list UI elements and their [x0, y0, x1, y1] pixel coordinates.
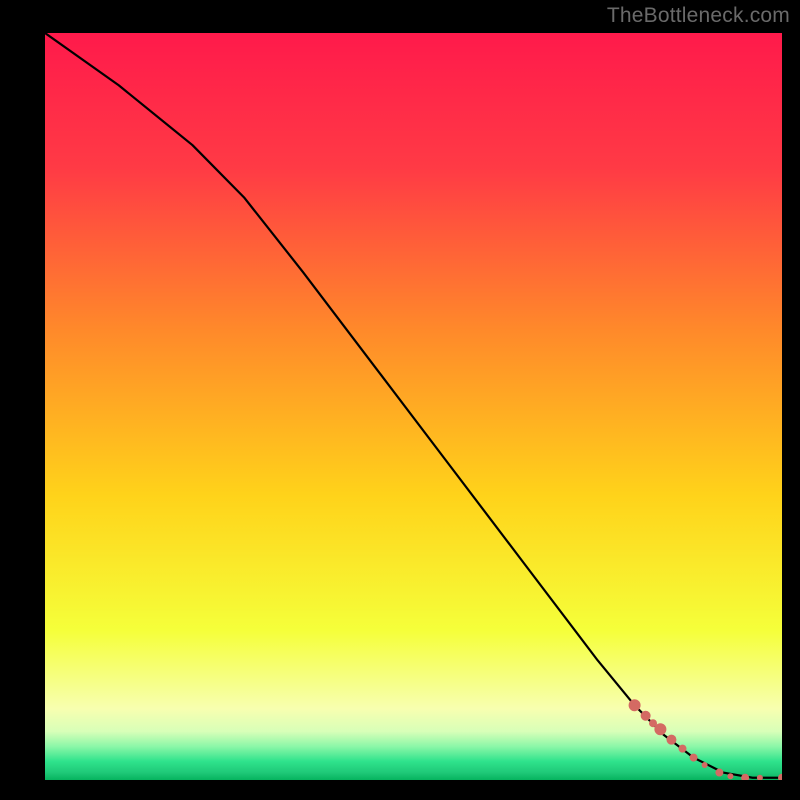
- marker-point: [679, 745, 687, 753]
- marker-point: [757, 775, 763, 781]
- marker-point: [702, 762, 708, 768]
- marker-point: [715, 769, 723, 777]
- marker-point: [690, 754, 698, 762]
- marker-point: [727, 773, 733, 779]
- marker-point: [666, 735, 676, 745]
- plot-background: [45, 33, 782, 780]
- marker-point: [741, 774, 749, 782]
- marker-point: [778, 774, 786, 782]
- bottleneck-chart: [0, 0, 800, 800]
- marker-point: [654, 723, 666, 735]
- marker-point: [629, 699, 641, 711]
- chart-frame: TheBottleneck.com: [0, 0, 800, 800]
- marker-point: [641, 711, 651, 721]
